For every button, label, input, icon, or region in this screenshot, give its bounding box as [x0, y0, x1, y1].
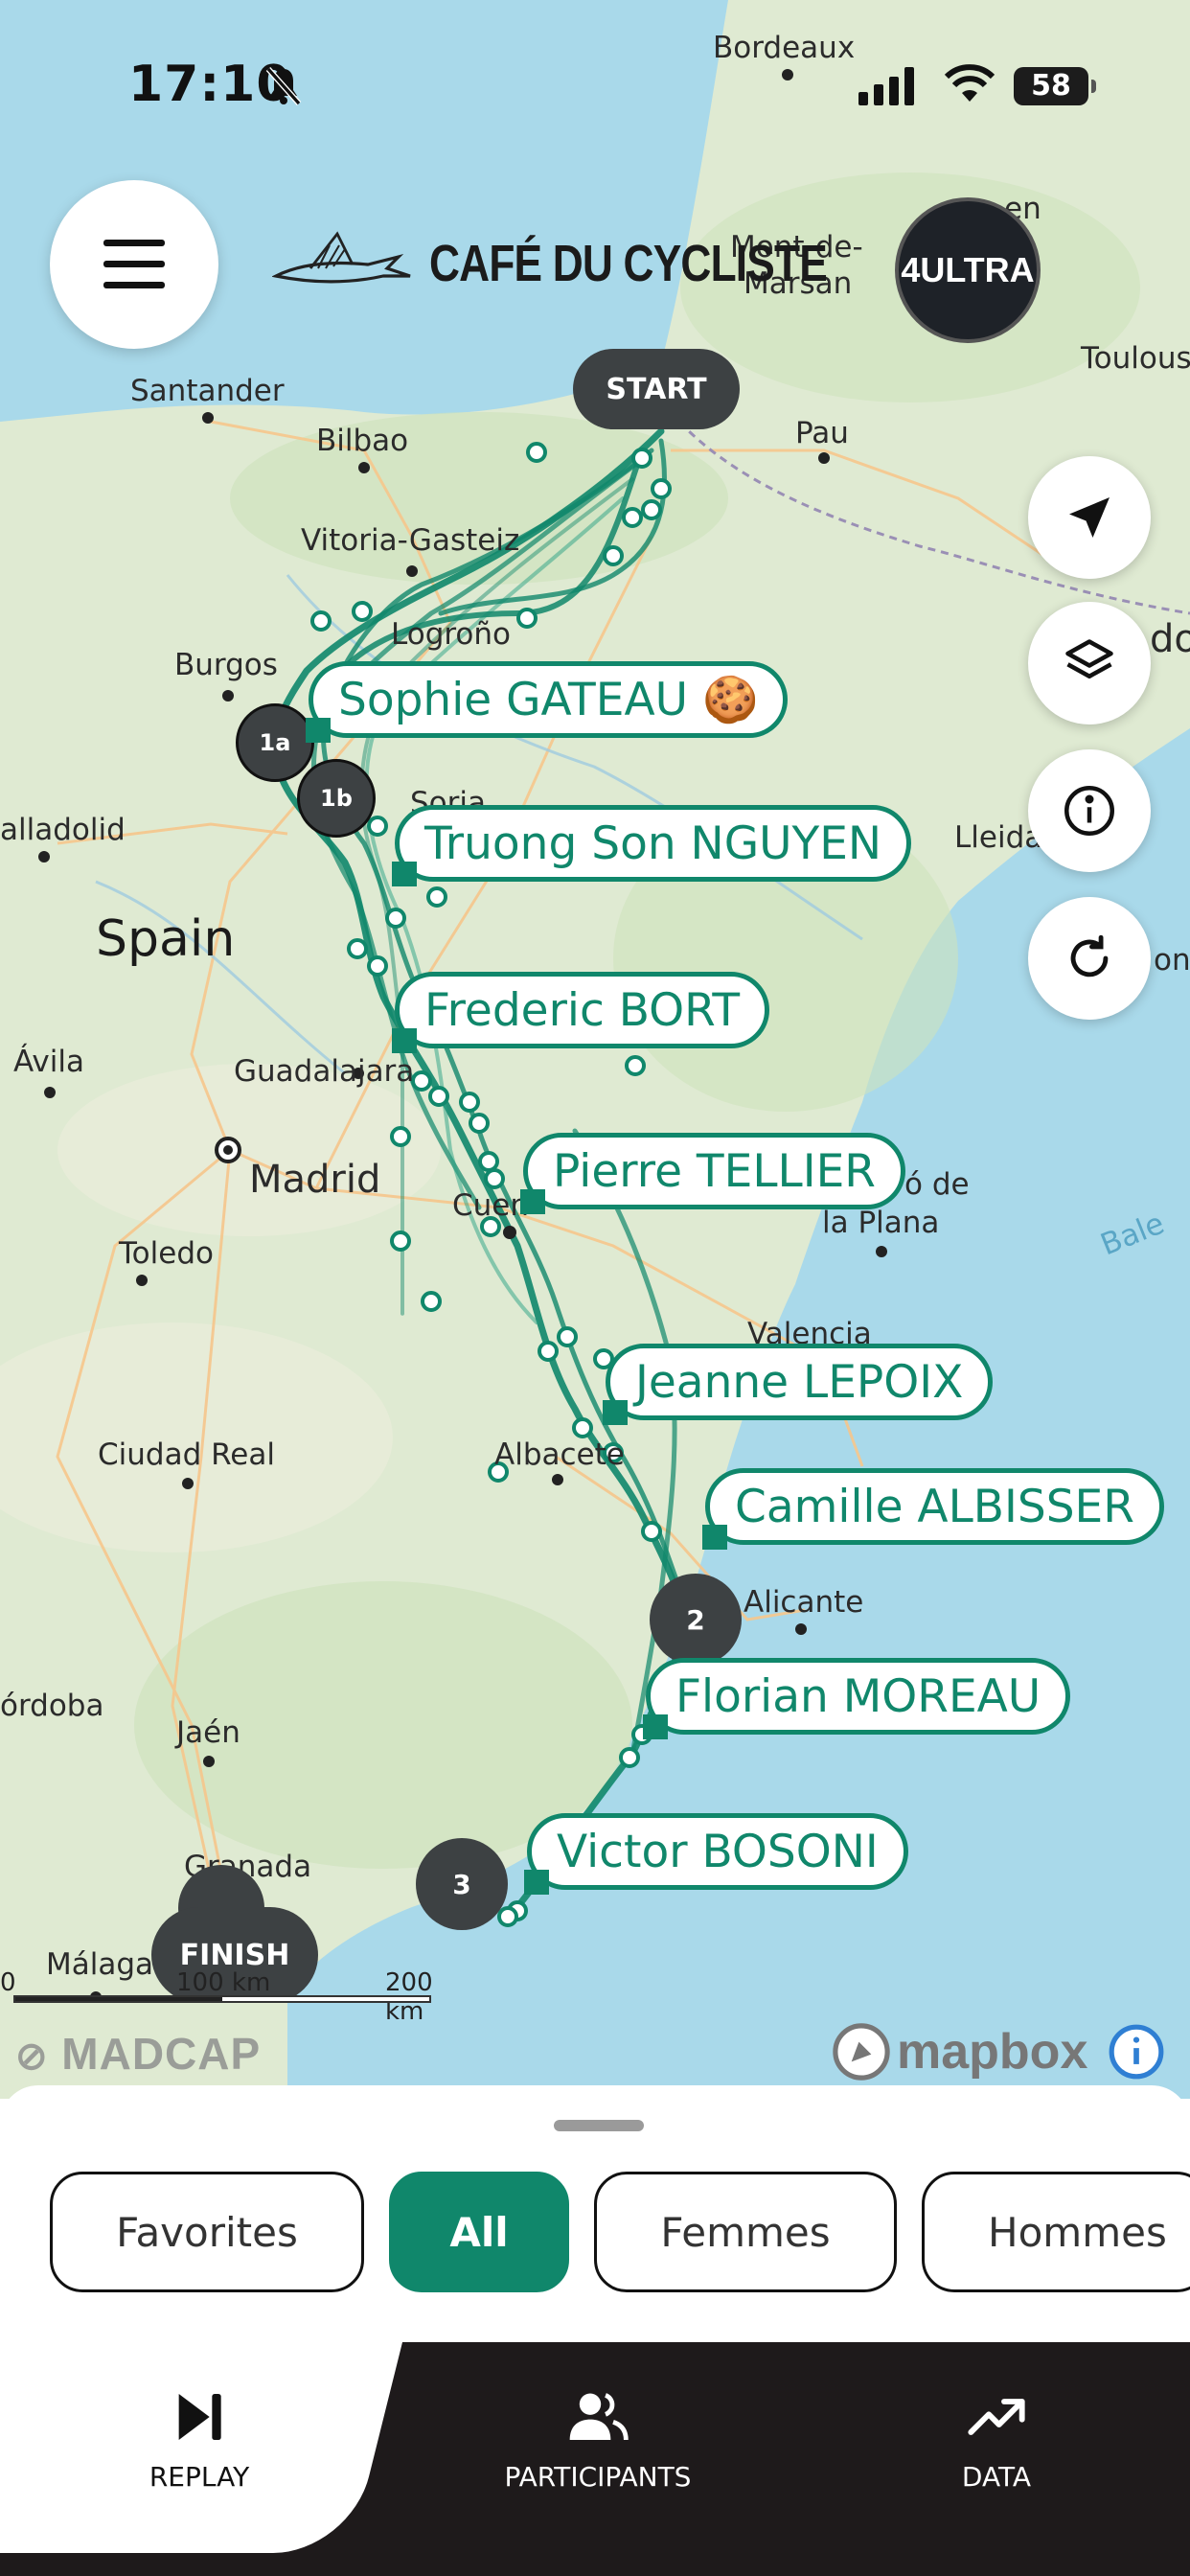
- checkpoint-label: 1b: [320, 785, 353, 812]
- mapbox-text: mapbox: [897, 2024, 1088, 2080]
- city-label: Jaén: [176, 1715, 240, 1750]
- checkpoint-label: 1a: [259, 729, 291, 756]
- layers-button[interactable]: [1028, 602, 1151, 724]
- country-label: Spain: [96, 910, 236, 968]
- city-label: ona: [1154, 943, 1190, 978]
- rider-label[interactable]: Pierre TELLIER: [520, 1133, 905, 1214]
- cluster-marker[interactable]: 2: [650, 1574, 742, 1666]
- madcap-text: MADCAP: [61, 2029, 262, 2079]
- rider-label[interactable]: Jeanne LEPOIX: [602, 1344, 994, 1425]
- mapbox-logo-icon: [833, 2023, 890, 2081]
- silent-bell-icon: [265, 67, 302, 105]
- cellular-signal-icon: [858, 67, 914, 105]
- city-label: Toulous: [1081, 341, 1190, 376]
- tab-label: DATA: [961, 2461, 1032, 2493]
- rider-label[interactable]: Sophie GATEAU 🍪: [305, 661, 789, 743]
- city-label: Albacete: [494, 1438, 625, 1472]
- filter-chip-all[interactable]: All: [389, 2172, 569, 2292]
- map-scale: 0 100 km 200 km: [0, 1968, 435, 2026]
- info-icon: [1064, 786, 1114, 836]
- city-label: alladolid: [0, 813, 126, 847]
- city-label: ó de: [904, 1167, 970, 1202]
- city-label: Alicante: [744, 1585, 864, 1620]
- sheet-grabber[interactable]: [554, 2120, 644, 2131]
- refresh-icon: [1070, 934, 1109, 978]
- city-label: Santander: [130, 374, 285, 408]
- city-label: Guadalajara: [234, 1054, 415, 1089]
- brand-logo: CAFÉ DU CYCLISTE: [272, 226, 914, 301]
- tab-replay[interactable]: REPLAY: [56, 2386, 343, 2493]
- location-arrow-icon: [1069, 497, 1110, 538]
- city-label: Bilbao: [316, 424, 409, 458]
- rider-label[interactable]: Florian MOREAU: [642, 1658, 1071, 1739]
- tab-participants[interactable]: PARTICIPANTS: [454, 2386, 742, 2493]
- skip-forward-icon: [178, 2394, 221, 2440]
- partner-logo-text: 4ULTRA: [901, 250, 1035, 289]
- city-label: Toledo: [119, 1236, 214, 1271]
- scale-label: 100 km: [176, 1968, 271, 1997]
- status-bar: 17:10 58: [0, 0, 1190, 172]
- checkpoint-1b-marker[interactable]: 1b: [297, 759, 376, 838]
- madcap-icon: ⊘: [15, 2036, 49, 2078]
- tab-label: REPLAY: [149, 2461, 250, 2493]
- rider-label[interactable]: Victor BOSONI: [524, 1813, 908, 1895]
- city-label: do: [1150, 617, 1190, 661]
- city-label: órdoba: [0, 1689, 104, 1723]
- tab-label: PARTICIPANTS: [504, 2461, 692, 2493]
- wifi-icon: [944, 64, 995, 102]
- city-label: Pau: [795, 416, 849, 450]
- cluster-marker[interactable]: 3: [416, 1838, 508, 1930]
- city-label: Burgos: [174, 648, 278, 682]
- checkpoint-1a-marker[interactable]: 1a: [236, 703, 314, 782]
- city-label: la Plana: [822, 1206, 940, 1240]
- battery-indicator: 58: [1014, 67, 1096, 105]
- city-label: Ávila: [13, 1045, 84, 1079]
- hamburger-menu-icon: [103, 240, 165, 288]
- layers-icon: [1065, 639, 1113, 678]
- city-label: Madrid: [249, 1158, 381, 1202]
- mapbox-attribution: mapbox: [832, 2022, 1166, 2082]
- tab-data[interactable]: DATA: [853, 2386, 1140, 2493]
- rider-label[interactable]: Frederic BORT: [391, 972, 770, 1053]
- menu-button[interactable]: [50, 180, 218, 349]
- city-label: Vitoria-Gasteiz: [301, 523, 520, 558]
- participants-icon: [569, 2393, 629, 2441]
- filter-chip-favorites[interactable]: Favorites: [50, 2172, 364, 2292]
- scale-label: 0: [0, 1968, 16, 1997]
- trending-up-icon: [968, 2399, 1025, 2435]
- city-label: Cuen: [452, 1188, 530, 1223]
- filter-chip-hommes[interactable]: Hommes: [922, 2172, 1190, 2292]
- rider-label[interactable]: Truong Son NGUYEN: [391, 805, 912, 886]
- attribution-info-icon[interactable]: [1107, 2022, 1166, 2082]
- city-label: Logroño: [391, 617, 512, 652]
- madcap-logo: ⊘ MADCAP: [15, 2028, 261, 2080]
- partner-logo: 4ULTRA: [895, 197, 1041, 343]
- rider-label[interactable]: Camille ALBISSER: [702, 1468, 1164, 1550]
- filter-chip-femmes[interactable]: Femmes: [594, 2172, 897, 2292]
- info-button[interactable]: [1028, 749, 1151, 872]
- city-label: Ciudad Real: [98, 1438, 275, 1472]
- brand-name: CAFÉ DU CYCLISTE: [429, 235, 828, 292]
- start-marker[interactable]: START: [573, 349, 740, 429]
- flying-fish-icon: [272, 231, 411, 284]
- locate-button[interactable]: [1028, 456, 1151, 579]
- refresh-button[interactable]: [1028, 897, 1151, 1020]
